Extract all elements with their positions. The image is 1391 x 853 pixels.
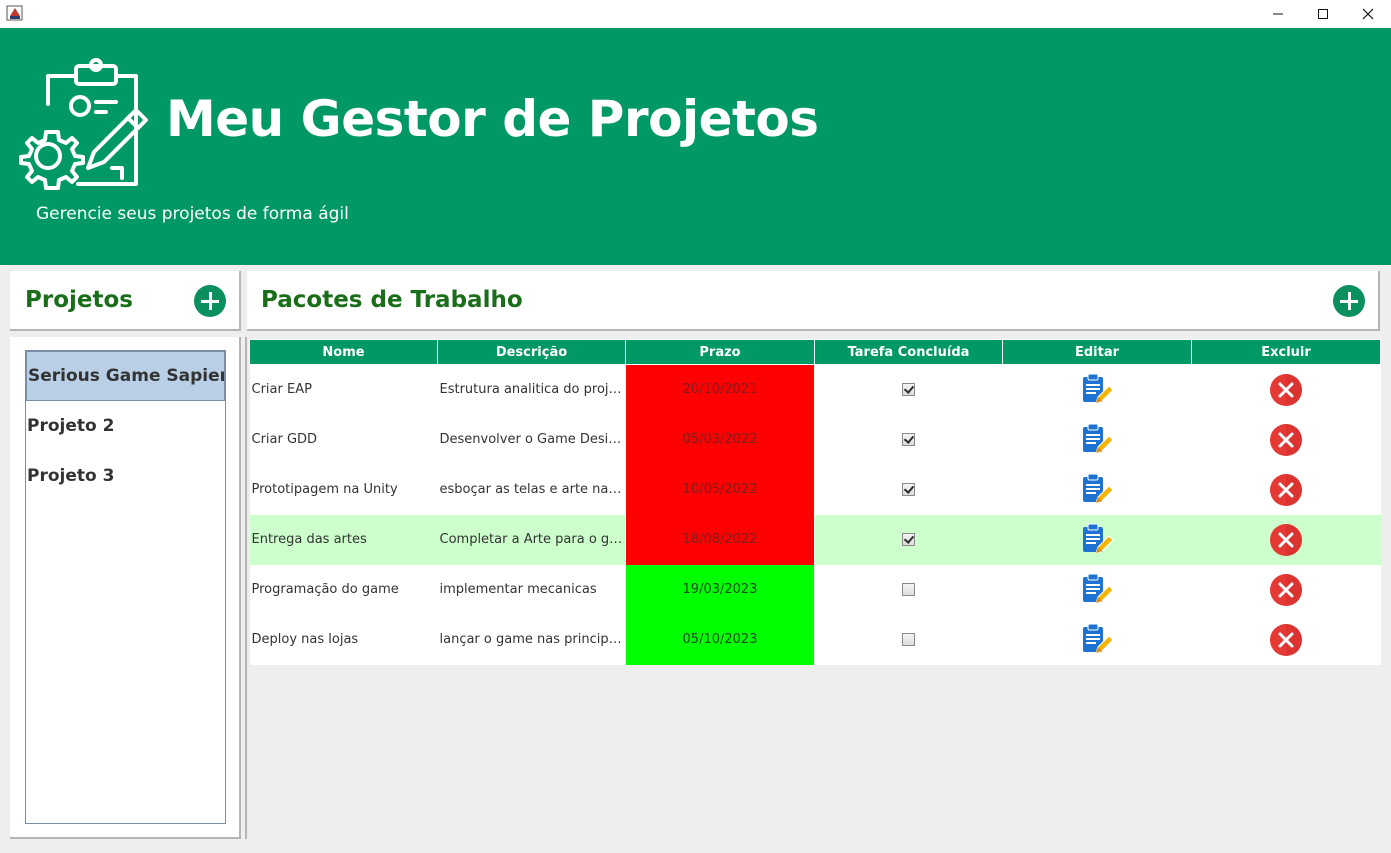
done-checkbox[interactable] [902,533,916,546]
cell-edit [1002,614,1192,665]
java-cup-icon [6,5,23,21]
cell-description[interactable]: Desenvolver o Game Design Document [437,414,626,465]
add-project-button[interactable] [194,285,226,317]
cell-edit [1002,564,1192,615]
cell-name[interactable]: Deploy nas lojas [249,614,438,665]
work-packages-header: Pacotes de Trabalho [247,271,1380,331]
cell-description[interactable]: Estrutura analitica do projeto [437,364,626,415]
minimize-button[interactable] [1255,0,1301,28]
cell-delete [1191,414,1381,465]
work-packages-table-container: Nome Descrição Prazo Tarefa Concluída Ed… [249,339,1381,665]
cell-deadline[interactable]: 18/08/2022 [625,514,815,565]
table-header-row: Nome Descrição Prazo Tarefa Concluída Ed… [249,339,1381,365]
delete-circle-icon[interactable] [1269,623,1303,657]
cell-name[interactable]: Programação do game [249,564,438,615]
cell-delete [1191,564,1381,615]
project-item[interactable]: Projeto 3 [26,451,225,501]
projects-title: Projetos [25,287,133,313]
done-checkbox[interactable] [902,583,916,596]
close-icon [1362,8,1374,20]
table-row[interactable]: Deploy nas lojas lançar o game nas princ… [249,614,1381,665]
projects-panel-header: Projetos [10,271,241,331]
done-checkbox[interactable] [902,433,916,446]
cell-edit [1002,364,1192,415]
cell-deadline[interactable]: 20/10/2021 [625,364,815,415]
column-header-nome[interactable]: Nome [249,339,438,365]
delete-circle-icon[interactable] [1269,373,1303,407]
table-row[interactable]: Prototipagem na Unity esboçar as telas e… [249,464,1381,515]
work-packages-title: Pacotes de Trabalho [261,287,523,313]
delete-circle-icon[interactable] [1269,523,1303,557]
delete-circle-icon[interactable] [1269,573,1303,607]
app-title: Meu Gestor de Projetos [166,90,819,148]
cell-delete [1191,464,1381,515]
cell-description[interactable]: implementar mecanicas [437,564,626,615]
column-header-excluir[interactable]: Excluir [1191,339,1381,365]
clipboard-edit-icon[interactable] [1080,523,1114,557]
clipboard-edit-icon[interactable] [1080,573,1114,607]
cell-name[interactable]: Criar EAP [249,364,438,415]
done-checkbox[interactable] [902,483,916,496]
cell-deadline[interactable]: 05/10/2023 [625,614,815,665]
cell-name[interactable]: Prototipagem na Unity [249,464,438,515]
cell-done [814,514,1003,565]
table-row[interactable]: Criar EAP Estrutura analitica do projeto… [249,364,1381,415]
table-row[interactable]: Programação do game implementar mecanica… [249,564,1381,615]
project-list[interactable]: Serious Game Sapience Projeto 2 Projeto … [25,350,226,824]
cell-deadline[interactable]: 05/03/2022 [625,414,815,465]
project-item[interactable]: Projeto 2 [26,401,225,451]
window-titlebar [0,0,1391,28]
column-header-editar[interactable]: Editar [1002,339,1192,365]
column-header-descricao[interactable]: Descrição [437,339,626,365]
cell-description[interactable]: esboçar as telas e arte na unity [437,464,626,515]
cell-delete [1191,514,1381,565]
cell-description[interactable]: lançar o game nas principais lojas [437,614,626,665]
maximize-icon [1318,9,1328,19]
cell-edit [1002,414,1192,465]
app-subtitle: Gerencie seus projetos de forma ágil [36,204,349,224]
done-checkbox[interactable] [902,633,916,646]
clipboard-edit-icon[interactable] [1080,423,1114,457]
clipboard-edit-icon[interactable] [1080,473,1114,507]
column-header-prazo[interactable]: Prazo [625,339,815,365]
cell-done [814,614,1003,665]
cell-done [814,364,1003,415]
clipboard-edit-icon[interactable] [1080,623,1114,657]
clipboard-gear-pencil-icon [19,58,148,190]
cell-edit [1002,464,1192,515]
delete-circle-icon[interactable] [1269,473,1303,507]
cell-done [814,414,1003,465]
table-body: Criar EAP Estrutura analitica do projeto… [249,364,1381,665]
cell-delete [1191,614,1381,665]
maximize-button[interactable] [1300,0,1346,28]
done-checkbox[interactable] [902,383,916,397]
work-packages-table: Nome Descrição Prazo Tarefa Concluída Ed… [249,339,1381,665]
minimize-icon [1273,13,1283,15]
add-work-package-button[interactable] [1333,285,1365,317]
cell-name[interactable]: Entrega das artes [249,514,438,565]
cell-done [814,564,1003,615]
cell-done [814,464,1003,515]
projects-panel: Serious Game Sapience Projeto 2 Projeto … [10,337,241,839]
cell-edit [1002,514,1192,565]
project-item[interactable]: Serious Game Sapience [26,351,225,401]
close-button[interactable] [1345,0,1391,28]
panel-divider [245,337,247,839]
column-header-tarefa-concluida[interactable]: Tarefa Concluída [814,339,1003,365]
table-row[interactable]: Entrega das artes Completar a Arte para … [249,514,1381,565]
cell-name[interactable]: Criar GDD [249,414,438,465]
cell-delete [1191,364,1381,415]
header-banner: Meu Gestor de Projetos Gerencie seus pro… [0,28,1391,265]
clipboard-edit-icon[interactable] [1080,373,1114,407]
table-row[interactable]: Criar GDD Desenvolver o Game Design Docu… [249,414,1381,465]
cell-deadline[interactable]: 19/03/2023 [625,564,815,615]
delete-circle-icon[interactable] [1269,423,1303,457]
cell-description[interactable]: Completar a Arte para o game [437,514,626,565]
cell-deadline[interactable]: 10/05/2022 [625,464,815,515]
